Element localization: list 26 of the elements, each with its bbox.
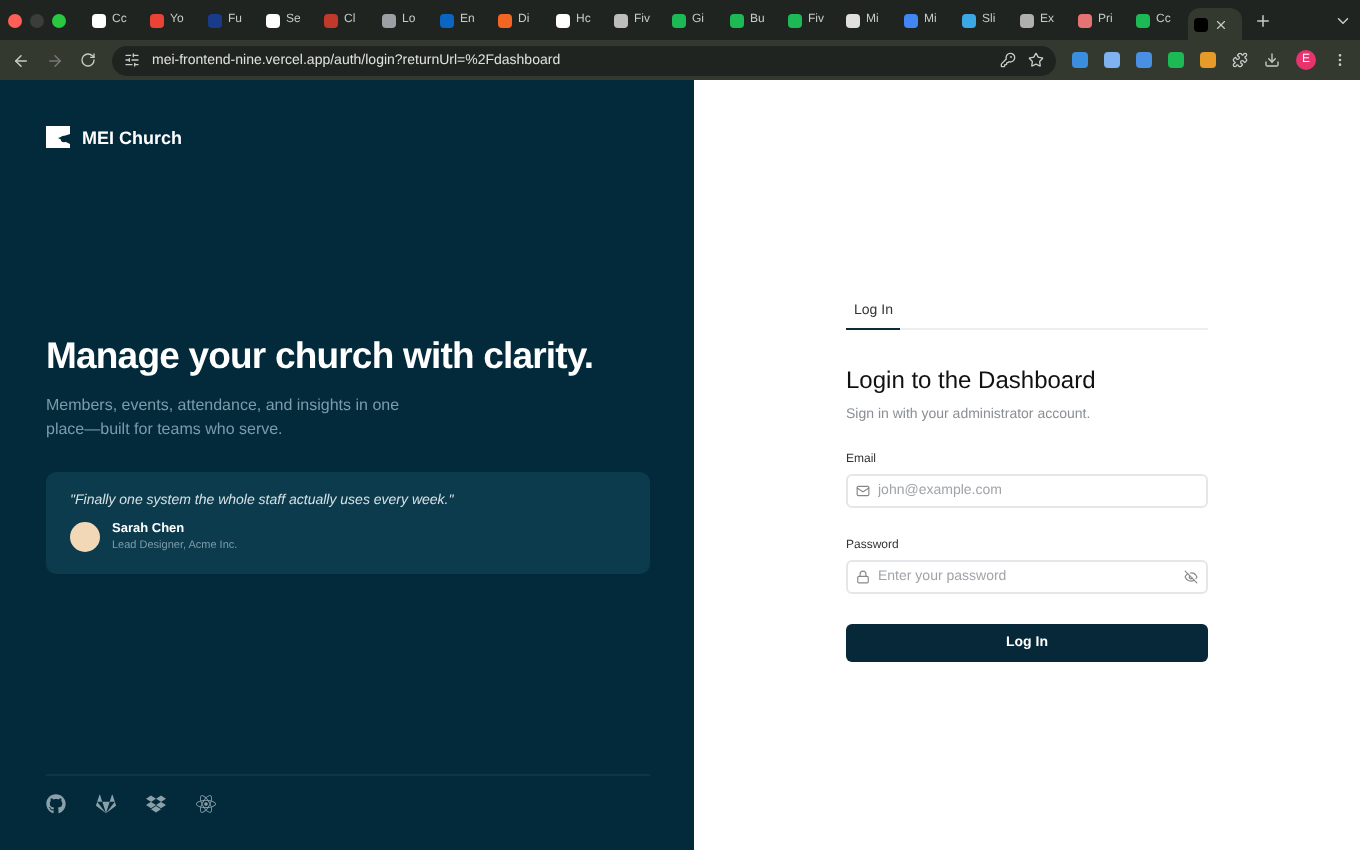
hero-title: Manage your church with clarity.: [46, 334, 596, 378]
extensions-icon[interactable]: [1232, 52, 1248, 68]
lock-icon: [856, 570, 870, 584]
reload-icon[interactable]: [80, 52, 96, 68]
react-icon[interactable]: [196, 794, 216, 814]
bookmark-icon[interactable]: [1028, 52, 1044, 68]
hero-subtitle: Members, events, attendance, and insights in one place—built for teams who serve.: [46, 394, 402, 442]
back-icon[interactable]: [12, 51, 30, 69]
login-title: Login to the Dashboard: [846, 366, 1098, 394]
gitlab-icon[interactable]: [96, 794, 116, 814]
mail-icon: [856, 484, 870, 498]
browser-tab[interactable]: [1188, 8, 1242, 40]
dropbox-icon[interactable]: [146, 794, 166, 814]
key-icon[interactable]: [1000, 52, 1016, 68]
maximize-window-icon[interactable]: [52, 13, 66, 27]
download-icon[interactable]: [1264, 52, 1280, 68]
close-window-icon[interactable]: [8, 13, 22, 27]
hide-password-icon[interactable]: [1184, 570, 1198, 584]
avatar: [70, 522, 100, 552]
new-tab-icon[interactable]: [1254, 11, 1272, 29]
close-icon[interactable]: [1214, 17, 1228, 31]
forward-icon[interactable]: [46, 51, 64, 69]
logo-icon: [46, 126, 70, 148]
brand-name: MEI Church: [82, 127, 183, 147]
github-icon[interactable]: [46, 794, 66, 814]
site-settings-icon[interactable]: [124, 52, 140, 68]
